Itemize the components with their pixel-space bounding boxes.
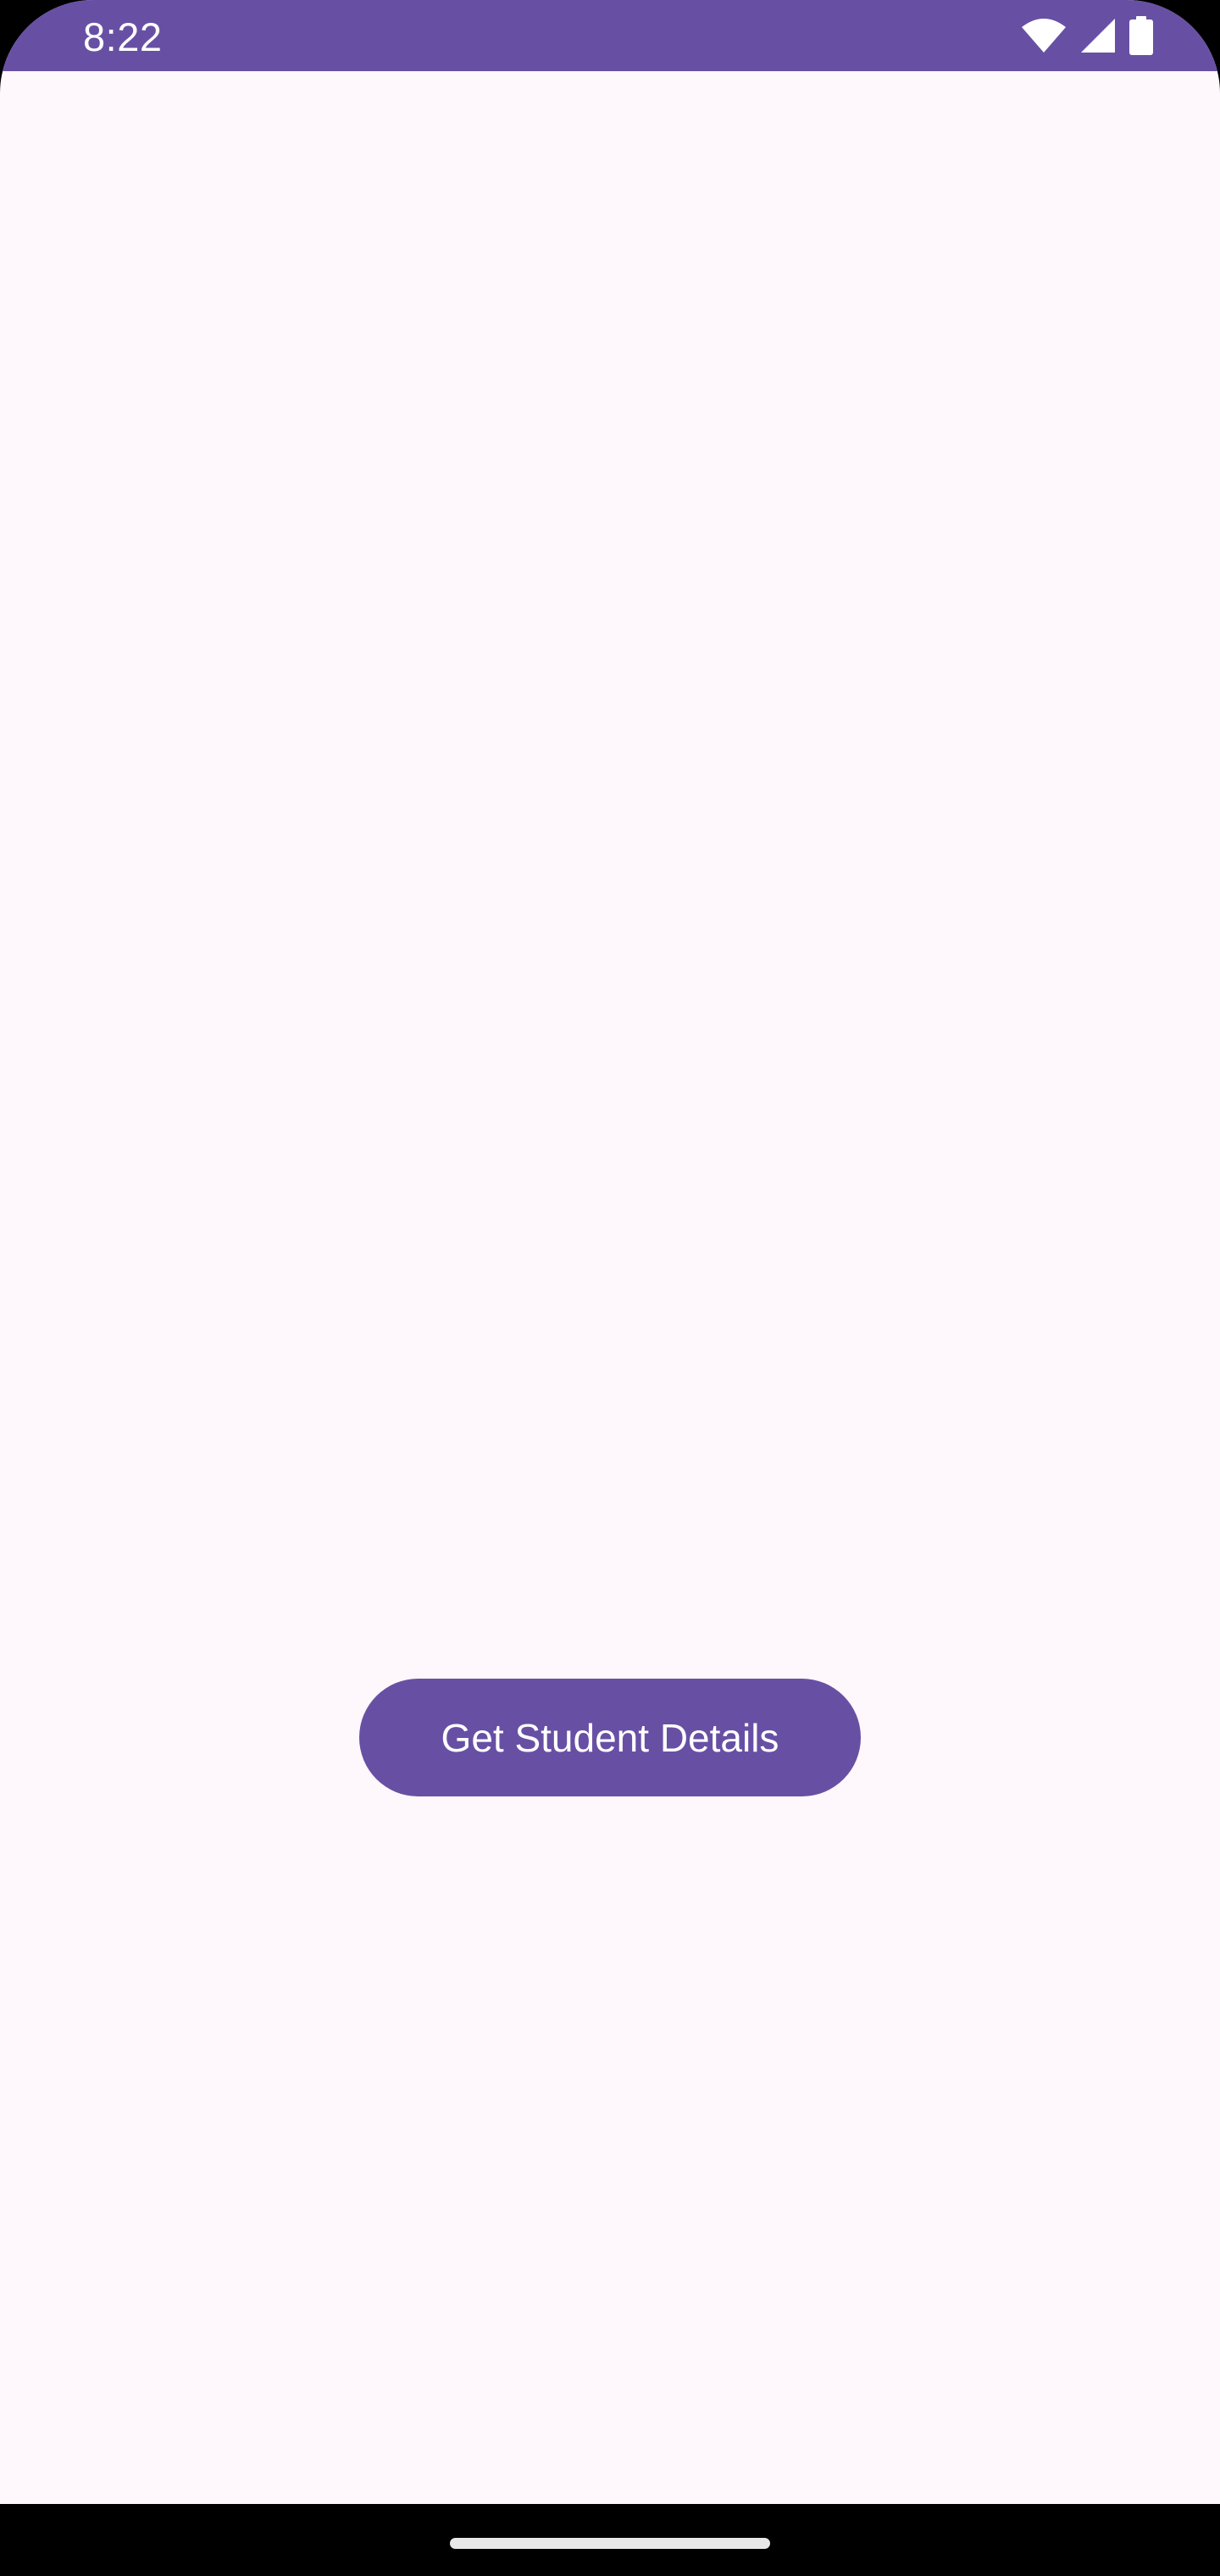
status-bar: 8:22 xyxy=(0,0,1220,71)
cellular-signal-icon xyxy=(1079,17,1117,54)
home-gesture-handle[interactable] xyxy=(450,2538,770,2549)
app-window: 8:22 Get Student Details xyxy=(0,0,1220,2504)
status-time: 8:22 xyxy=(83,14,163,59)
status-icons xyxy=(1020,15,1154,56)
navigation-bar xyxy=(0,2504,1220,2576)
get-student-details-button[interactable]: Get Student Details xyxy=(359,1679,861,1796)
wifi-icon xyxy=(1020,17,1068,54)
screen: 8:22 Get Student Details xyxy=(0,0,1220,2576)
battery-icon xyxy=(1128,16,1154,55)
main-content: Get Student Details xyxy=(0,71,1220,2504)
